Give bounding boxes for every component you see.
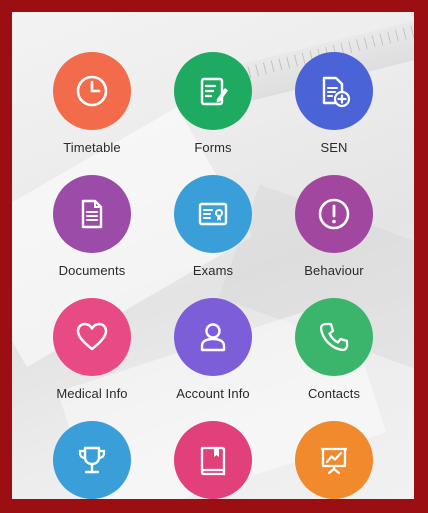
medical-circle[interactable] — [53, 298, 131, 376]
tile-forms[interactable]: Forms — [153, 52, 273, 155]
tile-label: Medical Info — [56, 386, 128, 401]
document-icon — [81, 199, 103, 229]
tile-documents[interactable]: Documents — [32, 175, 152, 278]
trophy-circle[interactable] — [53, 421, 131, 499]
exams-circle[interactable] — [174, 175, 252, 253]
clock-icon — [76, 75, 108, 107]
contacts-circle[interactable] — [295, 298, 373, 376]
phone-icon — [319, 322, 349, 352]
tile-label: Behaviour — [304, 263, 364, 278]
tile-timetable[interactable]: Timetable — [32, 52, 152, 155]
exclamation-icon — [318, 198, 350, 230]
tile-label: Forms — [194, 140, 232, 155]
form-edit-icon — [200, 77, 228, 106]
tile-label: Account Info — [176, 386, 250, 401]
tile-library[interactable] — [153, 421, 273, 499]
user-icon — [200, 323, 226, 352]
certificate-icon — [198, 202, 228, 226]
tile-exams[interactable]: Exams — [153, 175, 273, 278]
behaviour-circle[interactable] — [295, 175, 373, 253]
book-circle[interactable] — [174, 421, 252, 499]
account-circle[interactable] — [174, 298, 252, 376]
heart-icon — [76, 322, 108, 351]
menu-screen: Timetable Forms SEN Documents Exams Beha… — [12, 12, 414, 499]
presentation-circle[interactable] — [295, 421, 373, 499]
tile-contacts[interactable]: Contacts — [274, 298, 394, 401]
tile-presentations[interactable] — [274, 421, 394, 499]
documents-circle[interactable] — [53, 175, 131, 253]
tile-medical-info[interactable]: Medical Info — [32, 298, 152, 401]
trophy-icon — [78, 446, 106, 474]
tile-label: SEN — [320, 140, 348, 155]
book-icon — [200, 446, 226, 476]
sen-circle[interactable] — [295, 52, 373, 130]
tile-sen[interactable]: SEN — [274, 52, 394, 155]
tile-label: Documents — [58, 263, 126, 278]
tile-behaviour[interactable]: Behaviour — [274, 175, 394, 278]
tile-label: Exams — [192, 263, 234, 278]
timetable-circle[interactable] — [53, 52, 131, 130]
forms-circle[interactable] — [174, 52, 252, 130]
tile-account-info[interactable]: Account Info — [153, 298, 273, 401]
presentation-icon — [321, 447, 347, 475]
document-plus-icon — [322, 76, 351, 108]
tile-label: Contacts — [307, 386, 361, 401]
tile-awards[interactable] — [32, 421, 152, 499]
tile-label: Timetable — [63, 140, 121, 155]
device-frame: Timetable Forms SEN Documents Exams Beha… — [0, 0, 428, 513]
